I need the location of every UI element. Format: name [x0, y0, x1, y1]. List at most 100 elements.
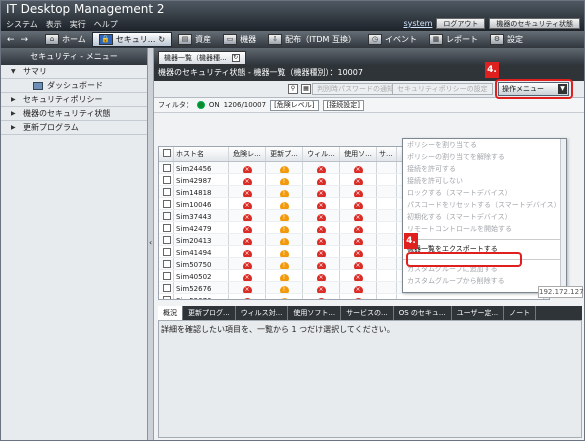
row-checkbox[interactable] [159, 246, 174, 257]
table-row[interactable]: Sim52676 ×! × × [159, 294, 549, 299]
tab-overview[interactable]: 概況 [158, 306, 183, 320]
filter-icon[interactable]: ⚲ [288, 84, 298, 94]
tab-virus-protection[interactable]: ウィルス対... [236, 306, 289, 320]
row-checkbox[interactable] [159, 282, 174, 293]
tab-services[interactable]: サービスの... [341, 306, 394, 320]
grid-view-icon[interactable]: ▦ [301, 84, 311, 94]
tab-update-programs[interactable]: 更新プログ... [183, 306, 236, 320]
risk-level-filter[interactable]: [危険レベル] [270, 99, 319, 111]
menu-system[interactable]: システム [6, 19, 38, 30]
host-name-cell[interactable]: Sim52676 [174, 294, 229, 299]
toolbar-home[interactable]: ⌂ ホーム [39, 32, 92, 47]
toolbar-assets[interactable]: ▤ 資産 [172, 32, 217, 47]
sidebar-item-dashboard[interactable]: ダッシュボード [1, 79, 147, 93]
select-all-checkbox[interactable] [159, 147, 174, 161]
row-checkbox[interactable] [159, 174, 174, 185]
system-user-link[interactable]: system [403, 19, 432, 28]
row-checkbox[interactable] [159, 198, 174, 209]
status-cell: × [229, 258, 266, 269]
checkbox-icon [163, 200, 171, 208]
column-used-software[interactable]: 使用ソ... [340, 147, 377, 161]
row-checkbox[interactable] [159, 222, 174, 233]
menu-separator [403, 239, 566, 240]
back-arrow-icon[interactable]: ← [7, 35, 15, 45]
status-cell: ! [266, 222, 303, 233]
forward-arrow-icon[interactable]: → [21, 35, 29, 45]
security-status-button[interactable]: 機器のセキュリティ状態 [489, 18, 580, 29]
refresh-icon[interactable]: ↻ [158, 35, 165, 44]
host-name-cell[interactable]: Sim24456 [174, 162, 229, 173]
tab-device-list[interactable]: 機器一覧（機器種... ↻ [158, 51, 246, 65]
column-host-name[interactable]: ホスト名 [174, 147, 229, 161]
host-name-cell[interactable]: Sim20413 [174, 234, 229, 245]
status-cell: × [303, 234, 340, 245]
sidebar-item-security-policy[interactable]: ▶ セキュリティポリシー [1, 93, 147, 107]
home-icon: ⌂ [45, 34, 59, 45]
host-name-cell[interactable]: Sim37443 [174, 210, 229, 221]
column-risk-level[interactable]: 危険レ... [229, 147, 266, 161]
menu-run[interactable]: 実行 [70, 19, 86, 30]
host-name-cell[interactable]: Sim42479 [174, 222, 229, 233]
sidebar-item-device-security[interactable]: ▶ 機器のセキュリティ状態 [1, 107, 147, 121]
step-callout: 4. [404, 233, 418, 249]
service-cell [377, 174, 397, 185]
row-checkbox[interactable] [159, 258, 174, 269]
column-virus[interactable]: ウィル... [303, 147, 340, 161]
status-cell: × [340, 282, 377, 293]
danger-status-icon: × [242, 166, 252, 173]
row-checkbox[interactable] [159, 270, 174, 281]
status-cell: × [303, 258, 340, 269]
status-cell: ! [266, 162, 303, 173]
checkbox-icon [163, 164, 171, 172]
host-name-cell[interactable]: Sim50750 [174, 258, 229, 269]
toolbar-distribution[interactable]: ⇩ 配布（ITDM 互換） [262, 32, 362, 47]
toolbar-security[interactable]: 🔒 セキュリ... ↻ [91, 32, 173, 47]
checkbox-icon [163, 236, 171, 244]
connection-filter[interactable]: [接続設定] [322, 99, 365, 111]
menu-view[interactable]: 表示 [46, 19, 62, 30]
warning-status-icon: ! [279, 214, 289, 221]
status-cell: ! [266, 198, 303, 209]
checkbox-icon [163, 176, 171, 184]
assets-icon: ▤ [178, 34, 193, 45]
disabled-action-policy: セキュリティポリシーの設定 [392, 83, 493, 95]
danger-status-icon: × [353, 202, 363, 209]
sidebar-item-summary[interactable]: ▼ サマリ [1, 65, 147, 79]
disabled-action-password: 判別時パスワードの通知 [312, 83, 399, 95]
row-checkbox[interactable] [159, 234, 174, 245]
toolbar-devices[interactable]: ▭ 機器 [217, 32, 262, 47]
status-cell: × [303, 270, 340, 281]
row-checkbox[interactable] [159, 186, 174, 197]
collapse-arrow-icon[interactable]: ‹ [149, 238, 152, 247]
column-update-program[interactable]: 更新プ... [266, 147, 303, 161]
menu-scrollbar[interactable] [560, 139, 566, 292]
danger-status-icon: × [316, 166, 326, 173]
sidebar-item-update-programs[interactable]: ▶ 更新プログラム [1, 121, 147, 135]
host-name-cell[interactable]: Sim41494 [174, 246, 229, 257]
status-cell: × [229, 282, 266, 293]
danger-status-icon: × [242, 262, 252, 269]
host-name-cell[interactable]: Sim52676 [174, 282, 229, 293]
step-callout: 4. [485, 62, 499, 78]
toolbar-events[interactable]: ◷ イベント [362, 32, 423, 47]
host-name-cell[interactable]: Sim42987 [174, 174, 229, 185]
danger-status-icon: × [242, 226, 252, 233]
menu-help[interactable]: ヘルプ [94, 19, 118, 30]
column-service[interactable]: サ... [377, 147, 397, 161]
refresh-icon[interactable]: ↻ [231, 54, 240, 62]
tab-notes[interactable]: ノート [504, 306, 537, 320]
host-name-cell[interactable]: Sim10046 [174, 198, 229, 209]
logout-button[interactable]: ログアウト [436, 18, 486, 29]
danger-status-icon: × [353, 286, 363, 293]
tab-user-defined[interactable]: ユーザー定... [452, 306, 505, 320]
row-checkbox[interactable] [159, 210, 174, 221]
toolbar-reports[interactable]: ▦ レポート [423, 32, 484, 47]
host-name-cell[interactable]: Sim14818 [174, 186, 229, 197]
status-cell: × [340, 294, 377, 299]
tab-os-security[interactable]: OS のセキュ... [394, 306, 452, 320]
toolbar-settings[interactable]: ⚙ 設定 [484, 32, 529, 47]
host-name-cell[interactable]: Sim40502 [174, 270, 229, 281]
row-checkbox[interactable] [159, 294, 174, 299]
tab-used-software[interactable]: 使用ソフト... [288, 306, 342, 320]
row-checkbox[interactable] [159, 162, 174, 173]
